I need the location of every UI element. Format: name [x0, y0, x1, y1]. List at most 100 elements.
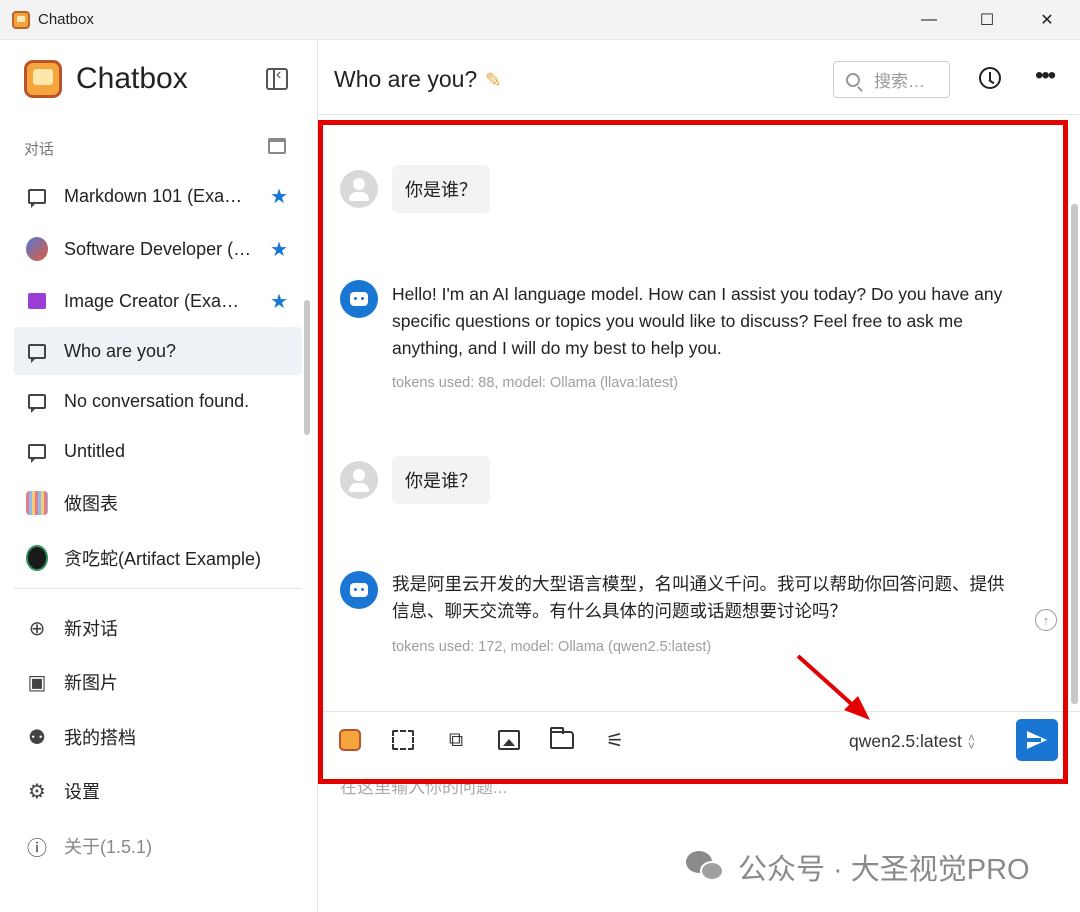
menu-label: 关于(1.5.1): [64, 837, 153, 857]
message-input[interactable]: 在这里输入你的问题...: [340, 773, 507, 798]
new-image-button[interactable]: ▣ 新图片: [14, 660, 302, 704]
conversation-item[interactable]: Untitled: [14, 427, 302, 475]
star-icon[interactable]: ★: [270, 289, 288, 314]
user-message: 你是谁？: [392, 456, 490, 504]
folder-icon: [550, 727, 574, 749]
sidebar-divider: [14, 588, 302, 589]
close-button[interactable]: ✕: [1018, 0, 1076, 40]
model-name: qwen2.5:latest: [849, 731, 962, 751]
conversation-label: No conversation found.: [64, 390, 250, 411]
maximize-button[interactable]: ☐: [958, 0, 1016, 40]
snake-avatar-icon: [26, 545, 48, 571]
conversations-section-label: 对话: [24, 141, 55, 158]
chatbox-icon: [339, 729, 361, 751]
chart-avatar-icon: [26, 491, 48, 515]
gear-icon: ⚙: [28, 780, 46, 803]
user-avatar: [340, 461, 378, 499]
conversation-label: Who are you?: [64, 340, 177, 361]
sidebar-scrollbar[interactable]: [304, 300, 310, 435]
user-message: 你是谁？: [392, 165, 490, 213]
search-icon: [846, 72, 860, 87]
search-placeholder: 搜索…: [874, 72, 925, 91]
menu-label: 我的搭档: [64, 728, 136, 748]
chat-bubble-icon: [26, 340, 48, 363]
conversation-item-active[interactable]: Who are you?: [14, 327, 302, 375]
chat-threads-icon: ⧉: [448, 728, 464, 751]
minimize-button[interactable]: —: [900, 0, 958, 40]
more-options-icon[interactable]: •••: [1035, 62, 1056, 90]
chatbox-copilot-button[interactable]: [336, 726, 364, 754]
window-titlebar: Chatbox — ☐ ✕: [0, 0, 1080, 40]
image-icon: [498, 730, 520, 750]
clear-conversations-icon[interactable]: [268, 138, 286, 154]
plus-circle-icon: ⊕: [28, 617, 46, 640]
model-selector[interactable]: qwen2.5:latest ˄ ˅: [849, 731, 975, 752]
user-avatar: [340, 170, 378, 208]
developer-avatar-icon: [26, 237, 48, 261]
window-title: Chatbox: [38, 11, 94, 28]
new-thread-button[interactable]: ⧉: [442, 726, 470, 754]
conversation-label: 贪吃蛇(Artifact Example): [64, 549, 262, 569]
conversation-item[interactable]: Software Developer (… ★: [14, 225, 302, 273]
star-icon[interactable]: ★: [270, 237, 288, 262]
chat-bubble-icon: [26, 390, 48, 413]
app-icon: [12, 10, 30, 29]
info-icon: ⓘ: [27, 837, 47, 860]
composer-toolbar: ⧉ ⚟ qwen2.5:latest ˄ ˅: [319, 711, 1080, 769]
assistant-avatar: [340, 571, 378, 609]
sidebar: Chatbox 对话 Markdown 101 (Exa… ★ Software…: [0, 40, 318, 912]
conversation-label: 做图表: [64, 494, 118, 514]
watermark: 公众号 · 大圣视觉PRO: [686, 846, 1030, 888]
chat-bubble-icon: [26, 440, 48, 463]
message-meta: tokens used: 88, model: Ollama (llava:la…: [392, 375, 679, 391]
conversation-label: Markdown 101 (Exa…: [64, 185, 243, 206]
attach-file-button[interactable]: [548, 726, 576, 754]
about-button[interactable]: ⓘ 关于(1.5.1): [14, 824, 302, 868]
conversation-label: Image Creator (Exa…: [64, 290, 240, 311]
context-selection-button[interactable]: [389, 726, 417, 754]
selection-icon: [392, 730, 414, 750]
attach-image-button[interactable]: [495, 726, 523, 754]
chevron-updown-icon: ˄ ˅: [967, 730, 975, 753]
conversation-item[interactable]: Markdown 101 (Exa… ★: [14, 172, 302, 220]
conversation-title: Who are you?: [334, 66, 478, 92]
assistant-message: 我是阿里云开发的大型语言模型，名叫通义千问。我可以帮助你回答问题、提供信息、聊天…: [392, 574, 1005, 621]
send-button[interactable]: [1016, 719, 1058, 761]
sliders-icon: ⚟: [606, 729, 624, 752]
chat-settings-button[interactable]: ⚟: [601, 726, 629, 754]
conversation-item[interactable]: 贪吃蛇(Artifact Example): [14, 534, 302, 582]
new-chat-button[interactable]: ⊕ 新对话: [14, 606, 302, 650]
conversation-header: Who are you? ✎ 搜索… •••: [319, 40, 1080, 115]
search-input[interactable]: 搜索…: [833, 61, 950, 98]
conversation-item[interactable]: Image Creator (Exa… ★: [14, 277, 302, 325]
watermark-text: 公众号 · 大圣视觉PRO: [738, 854, 1030, 886]
chat-scrollbar[interactable]: [1071, 204, 1078, 704]
history-icon[interactable]: [979, 67, 1001, 89]
message-list: 你是谁？ Hello! I'm an AI language model. Ho…: [319, 116, 1080, 710]
assistant-message: Hello! I'm an AI language model. How can…: [392, 284, 1003, 358]
wechat-logo-icon: [686, 851, 726, 883]
menu-label: 新图片: [64, 673, 118, 693]
my-copilots-button[interactable]: ⚉ 我的搭档: [14, 715, 302, 759]
conversation-label: Untitled: [64, 440, 126, 461]
chat-bubble-icon: [26, 185, 48, 208]
menu-label: 新对话: [64, 619, 118, 639]
send-icon: [1027, 731, 1047, 749]
star-icon[interactable]: ★: [270, 184, 288, 209]
conversation-label: Software Developer (…: [64, 238, 252, 259]
collapse-sidebar-icon[interactable]: [266, 66, 288, 90]
image-icon: [26, 290, 48, 312]
scroll-up-icon[interactable]: ↑: [1035, 609, 1057, 631]
edit-title-icon[interactable]: ✎: [485, 68, 502, 93]
add-image-icon: ▣: [27, 671, 47, 694]
chatbox-logo-icon: [24, 60, 62, 98]
assistant-avatar: [340, 280, 378, 318]
menu-label: 设置: [64, 782, 100, 802]
settings-button[interactable]: ⚙ 设置: [14, 769, 302, 813]
robot-icon: ⚉: [28, 726, 46, 749]
brand: Chatbox: [24, 60, 188, 98]
message-meta: tokens used: 172, model: Ollama (qwen2.5…: [392, 639, 712, 655]
brand-name: Chatbox: [76, 62, 188, 95]
conversation-item[interactable]: 做图表: [14, 479, 302, 527]
conversation-item[interactable]: No conversation found.: [14, 377, 302, 425]
